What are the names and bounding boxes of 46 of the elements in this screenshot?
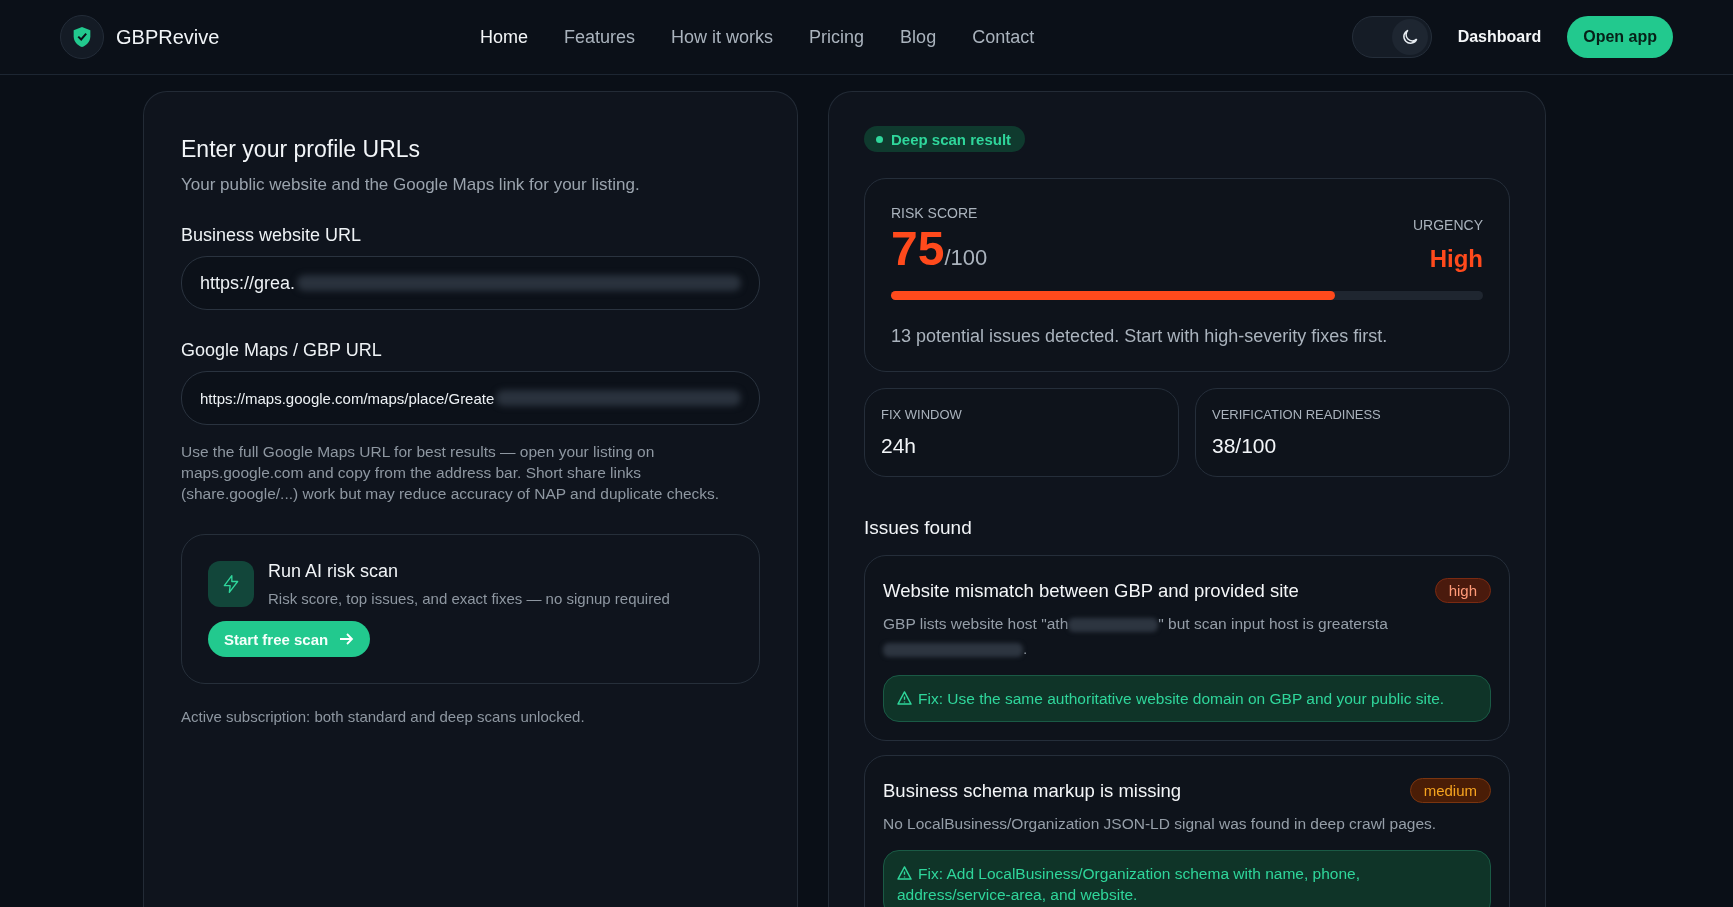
- stat-label: VERIFICATION READINESS: [1212, 407, 1382, 422]
- arrow-right-icon: [338, 631, 355, 647]
- nav-link[interactable]: Contact: [972, 26, 1035, 48]
- issue-title: Business schema markup is missing: [883, 779, 1182, 802]
- scan-subtitle: Risk score, top issues, and exact fixes — no signup required: [268, 590, 670, 607]
- form-subtitle: Your public website and the Google Maps link for your listing.: [181, 175, 641, 195]
- theme-toggle[interactable]: [1351, 16, 1432, 58]
- hint-text: Use the full Google Maps URL for best results — open your listing on maps.google.com and copy from the address bar. Short share links (share.google/...) work but may reduce accuracy of NAP and duplicate checks.: [181, 442, 721, 504]
- stat-value: 38/100: [1212, 434, 1278, 458]
- issue-title: Website mismatch between GBP and provided site: [883, 579, 1299, 602]
- urgency-value: High: [1429, 245, 1483, 273]
- nav-link[interactable]: Features: [564, 26, 636, 48]
- stat-value: 24h: [881, 434, 918, 458]
- lightning-icon: [221, 573, 241, 595]
- risk-score-max: /100: [944, 245, 988, 271]
- subscription-note: Active subscription: both standard and deep scans unlocked.: [181, 708, 586, 725]
- open-app-button[interactable]: Open app: [1567, 16, 1673, 58]
- field-label: Google Maps / GBP URL: [181, 340, 383, 361]
- dashboard-link[interactable]: Dashboard: [1457, 28, 1542, 46]
- nav-link[interactable]: Pricing: [809, 26, 865, 48]
- warning-icon: [897, 866, 912, 880]
- badge-label: Deep scan result: [891, 130, 1012, 148]
- severity-tag: medium: [1409, 778, 1491, 803]
- brand-name: GBPRevive: [116, 25, 220, 49]
- severity-tag: high: [1434, 578, 1491, 603]
- nav-link[interactable]: Home: [480, 26, 528, 48]
- status-dot: [876, 135, 883, 143]
- fix-suggestion: Fix: Use the same authoritative website domain on GBP and your public site.: [883, 675, 1491, 722]
- url-input-field[interactable]: https://maps.google.com/maps/place/Greate: [181, 371, 760, 425]
- nav-link[interactable]: Blog: [900, 26, 937, 48]
- warning-icon: [897, 691, 912, 705]
- form-title: Enter your profile URLs: [181, 136, 422, 163]
- url-input-field[interactable]: https://grea.: [181, 256, 760, 310]
- issue-description: No LocalBusiness/Organization JSON-LD signal was found in deep crawl pages.: [883, 814, 1438, 834]
- nav-link[interactable]: How it works: [671, 26, 774, 48]
- shield-check-icon: [72, 26, 92, 48]
- fix-suggestion: Fix: Add LocalBusiness/Organization schema with name, phone, address/service-area, and website.: [883, 850, 1491, 907]
- risk-score-label: RISK SCORE: [891, 205, 979, 221]
- field-label: Business website URL: [181, 225, 363, 246]
- urgency-label: URGENCY: [1413, 217, 1483, 233]
- risk-summary: 13 potential issues detected. Start with high-severity fixes first.: [891, 326, 1389, 347]
- stat-label: FIX WINDOW: [881, 407, 963, 422]
- scan-title: Run AI risk scan: [268, 561, 400, 582]
- issue-description: GBP lists website host "ath " but scan input host is greatersta .: [883, 614, 1389, 659]
- issues-heading: Issues found: [864, 517, 973, 539]
- risk-score-value: 75: [891, 225, 945, 273]
